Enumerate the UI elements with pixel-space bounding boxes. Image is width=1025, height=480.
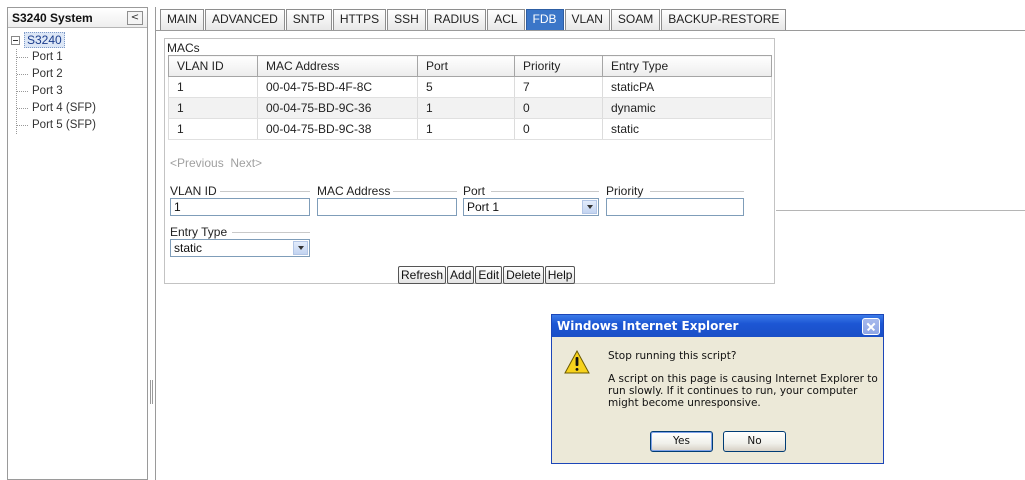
entry-type-select[interactable]: static	[170, 239, 310, 257]
field-frame-line	[232, 232, 310, 233]
table-row[interactable]: 1 00-04-75-BD-9C-36 1 0 dynamic	[168, 97, 772, 119]
port-selected-value: Port 1	[467, 200, 500, 214]
chevron-down-icon[interactable]	[582, 200, 597, 214]
system-tree-panel: S3240 System < S3240 Port 1 Port 2 Port …	[7, 7, 148, 480]
tab-https[interactable]: HTTPS	[332, 9, 387, 30]
tab-radius[interactable]: RADIUS	[426, 9, 487, 30]
tab-backup-restore[interactable]: BACKUP-RESTORE	[661, 9, 787, 30]
tree-node-port-4[interactable]: Port 4 (SFP)	[17, 100, 147, 117]
port-label: Port	[463, 185, 489, 197]
column-header-entry-type[interactable]: Entry Type	[602, 55, 772, 77]
cell-mac-address: 00-04-75-BD-4F-8C	[257, 76, 418, 98]
tab-acl[interactable]: ACL	[487, 9, 525, 30]
cell-mac-address: 00-04-75-BD-9C-38	[257, 118, 418, 140]
cell-vlan-id: 1	[168, 97, 258, 119]
tree-node-port-3[interactable]: Port 3	[17, 83, 147, 100]
mac-address-label: MAC Address	[317, 185, 394, 197]
vlan-id-label: VLAN ID	[170, 185, 220, 197]
script-warning-dialog: Windows Internet Explorer Stop running t…	[551, 314, 884, 464]
table-header-row: VLAN ID MAC Address Port Priority Entry …	[168, 55, 772, 77]
tree-panel-title: S3240 System	[12, 10, 93, 25]
edit-button[interactable]: Edit	[475, 266, 503, 284]
action-buttons: Refresh Add Edit Delete Help	[398, 266, 576, 284]
dialog-question: Stop running this script?	[608, 350, 737, 362]
collapse-panel-button[interactable]: <	[127, 10, 143, 25]
refresh-button[interactable]: Refresh	[398, 266, 447, 284]
column-header-priority[interactable]: Priority	[514, 55, 603, 77]
tree-collapse-icon[interactable]	[11, 35, 20, 45]
cell-entry-type: staticPA	[602, 76, 772, 98]
cell-priority: 0	[514, 118, 603, 140]
cell-entry-type: static	[602, 118, 772, 140]
tab-strip-divider	[156, 30, 1025, 31]
field-frame-line	[392, 191, 457, 192]
column-header-port[interactable]: Port	[417, 55, 515, 77]
dialog-titlebar[interactable]: Windows Internet Explorer	[552, 315, 883, 337]
cell-port: 1	[417, 97, 515, 119]
column-header-vlan-id[interactable]: VLAN ID	[168, 55, 258, 77]
macs-group-title: MACs	[167, 41, 200, 55]
table-row[interactable]: 1 00-04-75-BD-9C-38 1 0 static	[168, 118, 772, 140]
content-divider	[776, 210, 1025, 211]
tab-advanced[interactable]: ADVANCED	[205, 9, 285, 30]
next-page-link[interactable]: Next>	[230, 156, 262, 170]
previous-page-link[interactable]: <Previous	[170, 156, 224, 170]
cell-port: 1	[417, 118, 515, 140]
panel-splitter-handle[interactable]	[150, 380, 153, 404]
priority-field: Priority	[606, 185, 744, 216]
dialog-title: Windows Internet Explorer	[557, 319, 739, 333]
warning-icon	[564, 350, 590, 374]
port-field: Port Port 1	[463, 185, 599, 216]
tab-vlan[interactable]: VLAN	[564, 9, 610, 30]
tree-node-port-1[interactable]: Port 1	[17, 49, 147, 66]
fdb-panel: MACs VLAN ID MAC Address Port Priority E…	[164, 38, 775, 284]
tree-node-port-5[interactable]: Port 5 (SFP)	[17, 117, 147, 134]
tab-fdb[interactable]: FDB	[525, 9, 564, 30]
help-button[interactable]: Help	[544, 266, 576, 284]
cell-priority: 7	[514, 76, 603, 98]
cell-mac-address: 00-04-75-BD-9C-36	[257, 97, 418, 119]
cell-port: 5	[417, 76, 515, 98]
vlan-id-input[interactable]: 1	[170, 198, 310, 216]
delete-button[interactable]: Delete	[503, 266, 544, 284]
tab-soam[interactable]: SOAM	[610, 9, 661, 30]
entry-type-label: Entry Type	[170, 226, 231, 238]
pager: <Previous Next>	[170, 156, 262, 170]
tree-node-s3240[interactable]: S3240	[8, 31, 147, 49]
port-select[interactable]: Port 1	[463, 198, 599, 216]
mac-address-input[interactable]	[317, 198, 457, 216]
column-header-mac-address[interactable]: MAC Address	[257, 55, 418, 77]
field-frame-line	[220, 191, 310, 192]
no-button[interactable]: No	[723, 431, 786, 452]
close-icon[interactable]	[862, 317, 880, 335]
macs-table: VLAN ID MAC Address Port Priority Entry …	[168, 55, 772, 140]
chevron-down-icon[interactable]	[293, 241, 308, 255]
tab-bar: MAIN ADVANCED SNTP HTTPS SSH RADIUS ACL …	[160, 9, 787, 31]
tab-ssh[interactable]: SSH	[387, 9, 426, 30]
tree-panel-header: S3240 System <	[8, 8, 147, 28]
cell-vlan-id: 1	[168, 118, 258, 140]
entry-type-selected-value: static	[174, 241, 203, 255]
table-row[interactable]: 1 00-04-75-BD-4F-8C 5 7 staticPA	[168, 76, 772, 98]
tree-node-port-2[interactable]: Port 2	[17, 66, 147, 83]
dialog-message: A script on this page is causing Interne…	[608, 373, 878, 409]
tree-node-label[interactable]: S3240	[24, 32, 65, 48]
tab-sntp[interactable]: SNTP	[285, 9, 332, 30]
field-frame-line	[491, 191, 599, 192]
cell-entry-type: dynamic	[602, 97, 772, 119]
priority-input[interactable]	[606, 198, 744, 216]
mac-address-field: MAC Address	[317, 185, 457, 216]
cell-vlan-id: 1	[168, 76, 258, 98]
device-tree: S3240 Port 1 Port 2 Port 3 Port 4 (SFP) …	[8, 28, 147, 134]
yes-button[interactable]: Yes	[650, 431, 713, 452]
tab-main[interactable]: MAIN	[160, 9, 204, 30]
field-frame-line	[650, 191, 744, 192]
entry-type-field: Entry Type static	[170, 226, 310, 257]
vlan-id-field: VLAN ID 1	[170, 185, 310, 216]
priority-label: Priority	[606, 185, 647, 197]
tree-children: Port 1 Port 2 Port 3 Port 4 (SFP) Port 5…	[16, 49, 147, 134]
add-button[interactable]: Add	[447, 266, 475, 284]
cell-priority: 0	[514, 97, 603, 119]
